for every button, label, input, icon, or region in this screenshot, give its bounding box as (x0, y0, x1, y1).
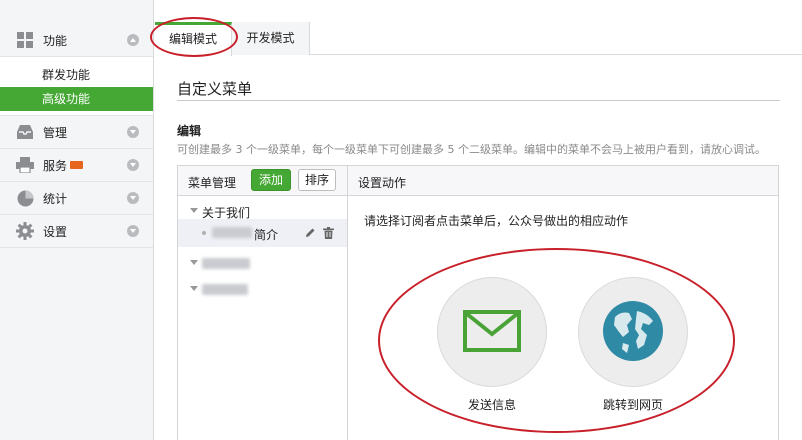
caret-down-icon[interactable] (190, 208, 198, 213)
grid-icon (16, 31, 34, 49)
sidebar-section-label: 统计 (43, 191, 68, 206)
submenu-item-intro[interactable]: 简介 (178, 219, 347, 247)
sidebar-item-advanced[interactable]: 高级功能 (0, 87, 153, 111)
action-prompt: 请选择订阅者点击菜单后，公众号做出的相应动作 (364, 214, 629, 228)
sidebar-item-broadcast[interactable]: 群发功能 (0, 63, 153, 87)
mode-tabs: 编辑模式 开发模式 (155, 22, 802, 56)
globe-icon (601, 299, 665, 366)
menu-tree: 关于我们 简介 (178, 166, 348, 440)
menu-item-blurred-3[interactable] (178, 276, 348, 302)
sidebar-section-label: 服务 (43, 158, 68, 173)
jump-to-webpage-label: 跳转到网页 (603, 398, 664, 412)
tab-edit-mode[interactable]: 编辑模式 (155, 22, 232, 56)
chevron-down-icon[interactable] (127, 225, 139, 237)
sidebar-section-label: 设置 (43, 224, 68, 239)
blurred-text (212, 227, 252, 238)
gear-icon (16, 222, 34, 240)
delete-trash-icon[interactable] (323, 227, 334, 242)
caret-down-icon[interactable] (190, 286, 198, 291)
page-title: 自定义菜单 (177, 80, 253, 98)
set-action-label: 设置动作 (358, 176, 407, 190)
caret-down-icon[interactable] (190, 260, 198, 265)
chevron-down-icon[interactable] (127, 126, 139, 138)
menu-hint-text: 可创建最多 3 个一级菜单，每个一级菜单下可创建最多 5 个二级菜单。编辑中的菜… (177, 143, 766, 156)
envelope-icon (463, 309, 521, 355)
send-message-label: 发送信息 (468, 398, 517, 412)
sidebar-section-features[interactable]: 功能 (0, 24, 153, 57)
jump-to-webpage-button[interactable] (578, 277, 688, 387)
title-divider (177, 100, 780, 101)
pie-chart-icon (16, 189, 34, 207)
sidebar-section-label: 管理 (43, 125, 68, 140)
chevron-up-icon[interactable] (127, 34, 139, 46)
sidebar-sub-items: 群发功能 高级功能 (0, 57, 153, 116)
inbox-icon (16, 123, 34, 141)
submenu-item-label: 简介 (254, 228, 279, 242)
sidebar-section-label: 功能 (43, 33, 68, 48)
printer-icon (16, 156, 34, 174)
chevron-down-icon[interactable] (127, 159, 139, 171)
section-title: 编辑 (177, 124, 202, 138)
chevron-down-icon[interactable] (127, 192, 139, 204)
edit-pencil-icon[interactable] (304, 227, 316, 242)
sidebar-section-management[interactable]: 管理 (0, 116, 153, 149)
tab-dev-mode[interactable]: 开发模式 (232, 22, 310, 55)
sidebar-section-statistics[interactable]: 统计 (0, 182, 153, 215)
sidebar-section-services[interactable]: 服务 (0, 149, 153, 182)
new-badge-icon (70, 161, 84, 169)
bullet-icon (202, 231, 206, 235)
blurred-text (202, 284, 248, 295)
menu-item-blurred-2[interactable] (178, 250, 348, 276)
sidebar-section-settings[interactable]: 设置 (0, 215, 153, 248)
send-message-button[interactable] (437, 277, 547, 387)
sidebar: 功能 群发功能 高级功能 管理 服务 统计 设置 (0, 0, 154, 440)
blurred-text (202, 258, 250, 269)
